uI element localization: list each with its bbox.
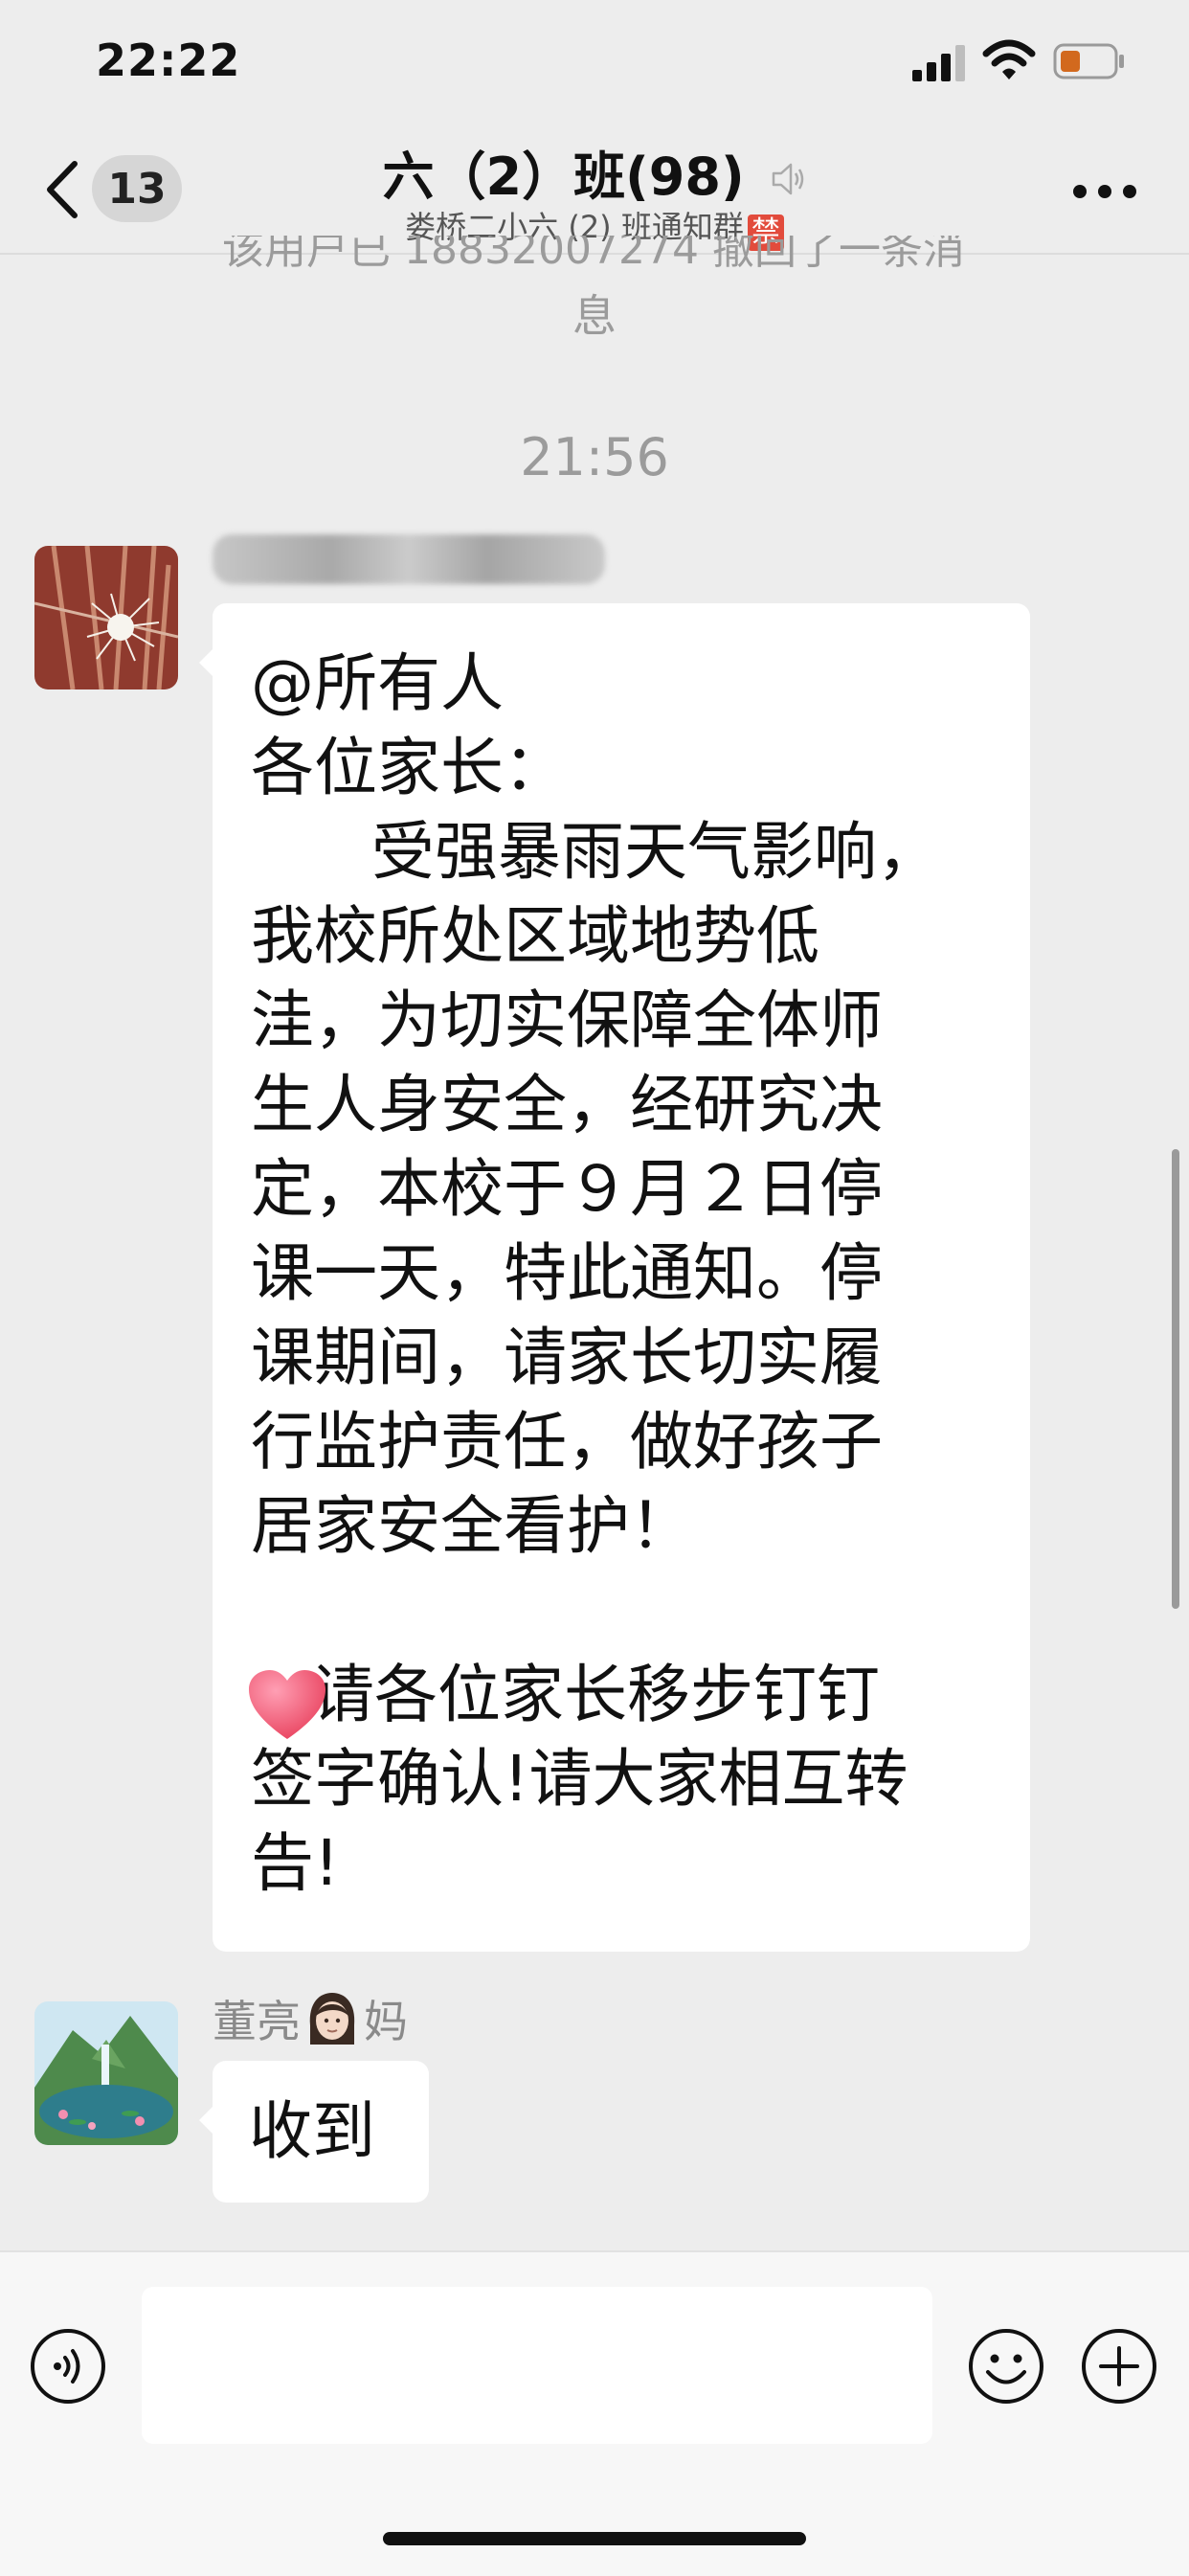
heart-icon [249, 1670, 325, 1739]
more-icon[interactable] [1070, 182, 1139, 201]
message-text: @所有人 各位家长： 受强暴雨天气影响， 我校所处区域地势低 洼，为切实保障全体… [251, 646, 940, 1900]
avatar[interactable] [34, 2001, 178, 2145]
sender-name-suffix: 妈 [364, 1996, 408, 2047]
message-bubble[interactable]: @所有人 各位家长： 受强暴雨天气影响， 我校所处区域地势低 洼，为切实保障全体… [199, 603, 1030, 1952]
avatar-feather-image [34, 546, 178, 689]
scrollbar[interactable] [1172, 1149, 1179, 1609]
sender-name-redacted [213, 534, 605, 584]
message-input[interactable] [142, 2287, 932, 2444]
message-text: 收到 [249, 2094, 375, 2168]
plus-icon[interactable] [1080, 2327, 1158, 2406]
recall-notice-line1: 该用户已 18832007274 撤回了一条消 [105, 236, 1082, 274]
battery-icon [1053, 43, 1124, 79]
recall-notice-line2: 息 [572, 290, 617, 342]
chat-title[interactable]: 六（2）班(98) [0, 134, 1189, 210]
sender-name: 董亮 妈 [213, 1987, 408, 2050]
group-name: 六（2）班 [382, 147, 626, 207]
member-count: (98) [625, 147, 745, 207]
emoji-icon[interactable] [967, 2327, 1045, 2406]
home-indicator [383, 2532, 806, 2545]
cellular-signal-icon [912, 45, 965, 81]
face-emoji-icon [309, 1993, 355, 2045]
message-bubble[interactable]: 收到 [199, 2061, 429, 2203]
status-time: 22:22 [96, 34, 241, 86]
status-bar: 22:22 [0, 0, 1189, 124]
message-timestamp: 21:56 [520, 427, 669, 487]
sender-name-prefix: 董亮 [213, 1996, 301, 2047]
voice-icon[interactable] [29, 2327, 107, 2406]
avatar[interactable] [34, 546, 178, 689]
avatar-landscape-image [34, 2001, 178, 2145]
mute-icon [773, 163, 804, 195]
recall-notice-text: 该用户已 18832007274 撤回了一条消 [222, 236, 965, 274]
wifi-icon [982, 39, 1036, 79]
input-bar [0, 2250, 1189, 2576]
